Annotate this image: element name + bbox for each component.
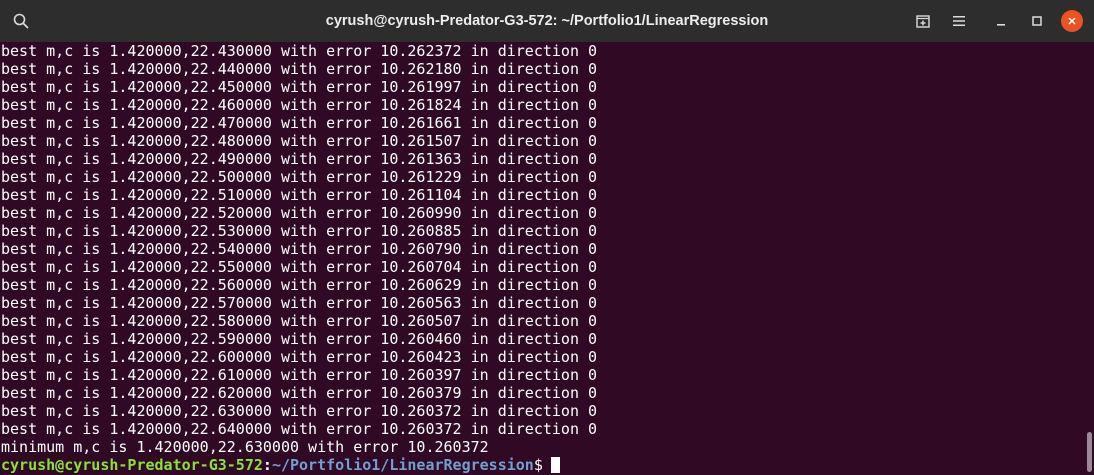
output-line: best m,c is 1.420000,22.600000 with erro… <box>1 348 598 366</box>
output-line: best m,c is 1.420000,22.460000 with erro… <box>1 96 598 114</box>
output-line: best m,c is 1.420000,22.610000 with erro… <box>1 366 598 384</box>
output-line: best m,c is 1.420000,22.590000 with erro… <box>1 330 598 348</box>
output-line: best m,c is 1.420000,22.490000 with erro… <box>1 150 598 168</box>
output-line: best m,c is 1.420000,22.430000 with erro… <box>1 42 598 60</box>
output-line: best m,c is 1.420000,22.450000 with erro… <box>1 78 598 96</box>
output-line: best m,c is 1.420000,22.540000 with erro… <box>1 240 598 258</box>
shell-prompt[interactable]: cyrush@cyrush-Predator-G3-572:~/Portfoli… <box>1 456 560 474</box>
prompt-user-host: cyrush@cyrush-Predator-G3-572 <box>1 456 263 474</box>
hamburger-menu-icon[interactable] <box>946 8 972 34</box>
output-line: best m,c is 1.420000,22.510000 with erro… <box>1 186 598 204</box>
scrollbar-thumb[interactable] <box>1087 432 1092 472</box>
prompt-separator: : <box>262 456 272 474</box>
output-line: best m,c is 1.420000,22.570000 with erro… <box>1 294 598 312</box>
output-line: best m,c is 1.420000,22.530000 with erro… <box>1 222 598 240</box>
minimize-icon[interactable] <box>988 8 1014 34</box>
new-tab-icon[interactable] <box>910 8 936 34</box>
output-line: best m,c is 1.420000,22.580000 with erro… <box>1 312 598 330</box>
close-icon[interactable] <box>1061 10 1083 32</box>
output-line: best m,c is 1.420000,22.560000 with erro… <box>1 276 598 294</box>
output-line: best m,c is 1.420000,22.440000 with erro… <box>1 60 598 78</box>
output-line: best m,c is 1.420000,22.520000 with erro… <box>1 204 598 222</box>
text-cursor <box>550 457 560 473</box>
prompt-symbol: $ <box>533 456 543 474</box>
summary-line: minimum m,c is 1.420000,22.630000 with e… <box>1 438 489 456</box>
titlebar[interactable]: cyrush@cyrush-Predator-G3-572: ~/Portfol… <box>0 0 1094 42</box>
output-line: best m,c is 1.420000,22.630000 with erro… <box>1 402 598 420</box>
prompt-path: ~/Portfolio1/LinearRegression <box>271 456 534 474</box>
output-line: best m,c is 1.420000,22.500000 with erro… <box>1 168 598 186</box>
output-line: best m,c is 1.420000,22.470000 with erro… <box>1 114 598 132</box>
terminal-output[interactable]: best m,c is 1.420000,22.430000 with erro… <box>0 42 1084 475</box>
output-line: best m,c is 1.420000,22.620000 with erro… <box>1 384 598 402</box>
terminal-window: cyrush@cyrush-Predator-G3-572: ~/Portfol… <box>0 0 1094 475</box>
output-line: best m,c is 1.420000,22.480000 with erro… <box>1 132 598 150</box>
output-line: best m,c is 1.420000,22.640000 with erro… <box>1 420 598 438</box>
maximize-icon[interactable] <box>1024 8 1050 34</box>
output-line: best m,c is 1.420000,22.550000 with erro… <box>1 258 598 276</box>
